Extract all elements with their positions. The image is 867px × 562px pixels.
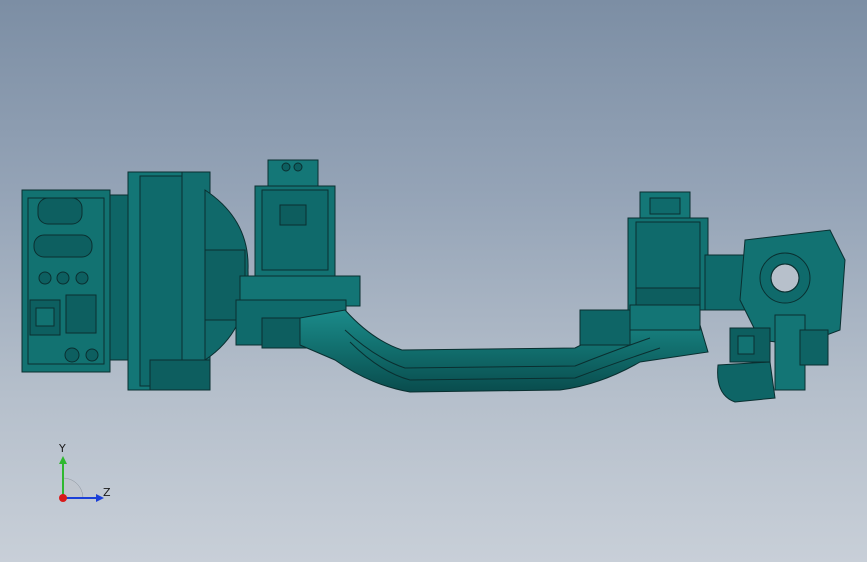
3d-assembly-model[interactable] [0,0,867,562]
z-axis-label: Z [103,486,111,499]
right-column [579,191,709,346]
y-axis-arrowhead [59,456,67,464]
left-motor-housing [21,189,111,373]
x-axis-dot [59,494,67,502]
wrist-assembly [704,229,846,403]
cad-viewport[interactable]: Y Z [0,0,867,562]
base-drum [109,171,249,391]
triad-plane-indicator [62,477,84,499]
y-axis-label: Y [59,442,66,455]
